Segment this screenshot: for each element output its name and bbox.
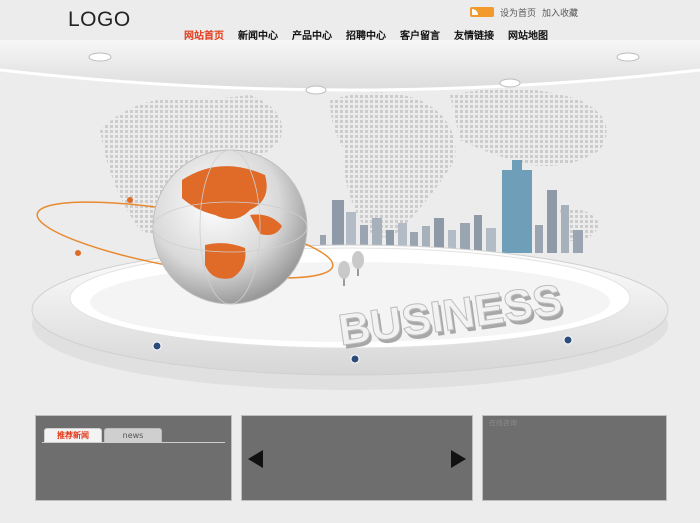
stage-marker [350,354,360,364]
globe [152,149,308,305]
right-panel-label: 在线咨询 [489,419,517,427]
banner: BUSINESS BUSINESS [0,40,700,400]
right-panel: 在线咨询 [482,415,667,501]
logo[interactable]: LOGO [68,8,131,32]
bookmark-link[interactable]: 加入收藏 [542,6,578,19]
gallery-panel [241,415,473,501]
news-panel: 推荐新闻 news [35,415,232,501]
next-arrow-icon[interactable] [451,450,466,468]
tab-recommended-news[interactable]: 推荐新闻 [44,428,102,442]
set-home-link[interactable]: 设为首页 [500,6,536,19]
rss-icon[interactable] [470,7,494,17]
prev-arrow-icon[interactable] [248,450,263,468]
ceiling-arc [0,40,700,90]
tab-news[interactable]: news [104,428,162,442]
top-links: 设为首页 加入收藏 [470,5,578,19]
banner-artwork: BUSINESS BUSINESS [0,40,700,390]
stage-marker [563,335,573,345]
news-tabs: 推荐新闻 news [42,428,225,443]
stage-marker [152,341,162,351]
